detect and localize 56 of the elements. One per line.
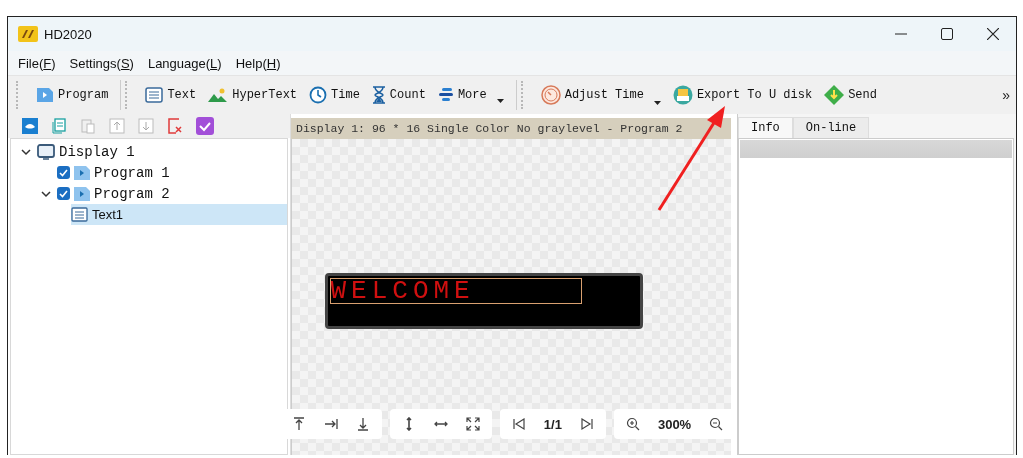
tree-item[interactable]: Program 1 xyxy=(39,162,287,183)
document-icon xyxy=(74,186,90,201)
tab[interactable]: On-line xyxy=(792,117,870,138)
align-right-icon[interactable] xyxy=(323,417,338,431)
window-title: HD2020 xyxy=(44,26,92,42)
tree-item[interactable]: Text1 xyxy=(71,204,287,225)
list-bars-icon xyxy=(437,87,454,103)
align-bottom-icon[interactable] xyxy=(355,417,370,431)
checkbox[interactable] xyxy=(57,187,70,200)
toolbar-button[interactable]: Adjust Time xyxy=(534,83,667,107)
align-top-icon[interactable] xyxy=(291,417,306,431)
first-page-icon[interactable] xyxy=(511,417,526,431)
toolbar-button[interactable]: Send xyxy=(818,83,883,107)
toolbar-button[interactable]: Text xyxy=(139,85,203,105)
toolbar-button[interactable]: Time xyxy=(303,84,366,106)
overflow-button[interactable]: » xyxy=(996,87,1016,103)
checkbox[interactable] xyxy=(57,166,70,179)
toolbar-button[interactable]: HyperText xyxy=(202,85,304,105)
download-diamond-icon xyxy=(824,85,845,105)
clock-icon xyxy=(309,86,328,104)
chevron-down-icon[interactable] xyxy=(21,147,31,156)
menu-item[interactable]: File(F) xyxy=(14,55,60,71)
document-icon xyxy=(74,165,90,180)
hourglass-icon xyxy=(371,86,386,104)
tree-item[interactable]: Display 1 xyxy=(19,141,287,162)
menu-item[interactable]: Help(H) xyxy=(231,55,285,71)
tree-item[interactable]: Program 2 xyxy=(39,183,287,204)
maximize-icon[interactable] xyxy=(941,28,953,40)
disk-icon xyxy=(672,85,693,105)
landscape-icon xyxy=(208,87,229,103)
text-box-icon xyxy=(71,207,88,222)
fullscreen-icon[interactable] xyxy=(465,417,480,431)
last-page-icon[interactable] xyxy=(579,417,594,431)
text-box-icon xyxy=(145,87,164,103)
tab[interactable]: Info xyxy=(738,117,793,138)
chevron-down-icon[interactable] xyxy=(41,189,51,198)
app-logo-icon xyxy=(18,26,38,42)
toolbar-button[interactable]: More xyxy=(431,85,510,105)
page-indicator: 1/1 xyxy=(543,416,562,432)
menu-item[interactable]: Settings(S) xyxy=(65,55,138,71)
toolbar-button[interactable]: Export To U disk xyxy=(666,83,819,107)
close-icon[interactable] xyxy=(987,28,999,40)
canvas-header: Display 1: 96 * 16 Single Color No graylevel - Program 2 xyxy=(291,118,731,139)
caret-icon[interactable] xyxy=(496,99,504,103)
zoom-out-icon[interactable] xyxy=(709,417,724,431)
zoom-level: 300% xyxy=(657,416,692,432)
document-icon xyxy=(36,87,54,103)
zoom-in-icon[interactable] xyxy=(625,417,640,431)
caret-icon[interactable] xyxy=(653,101,661,105)
gauge-icon xyxy=(540,85,561,105)
menu-item[interactable]: Language(L) xyxy=(143,55,226,71)
toolbar-button[interactable]: Program xyxy=(30,85,115,105)
led-text[interactable]: WELCOME xyxy=(329,278,582,304)
toolbar-button[interactable]: Count xyxy=(365,84,432,106)
checkbox-icon[interactable] xyxy=(196,117,214,135)
delete-icon[interactable] xyxy=(167,118,183,134)
